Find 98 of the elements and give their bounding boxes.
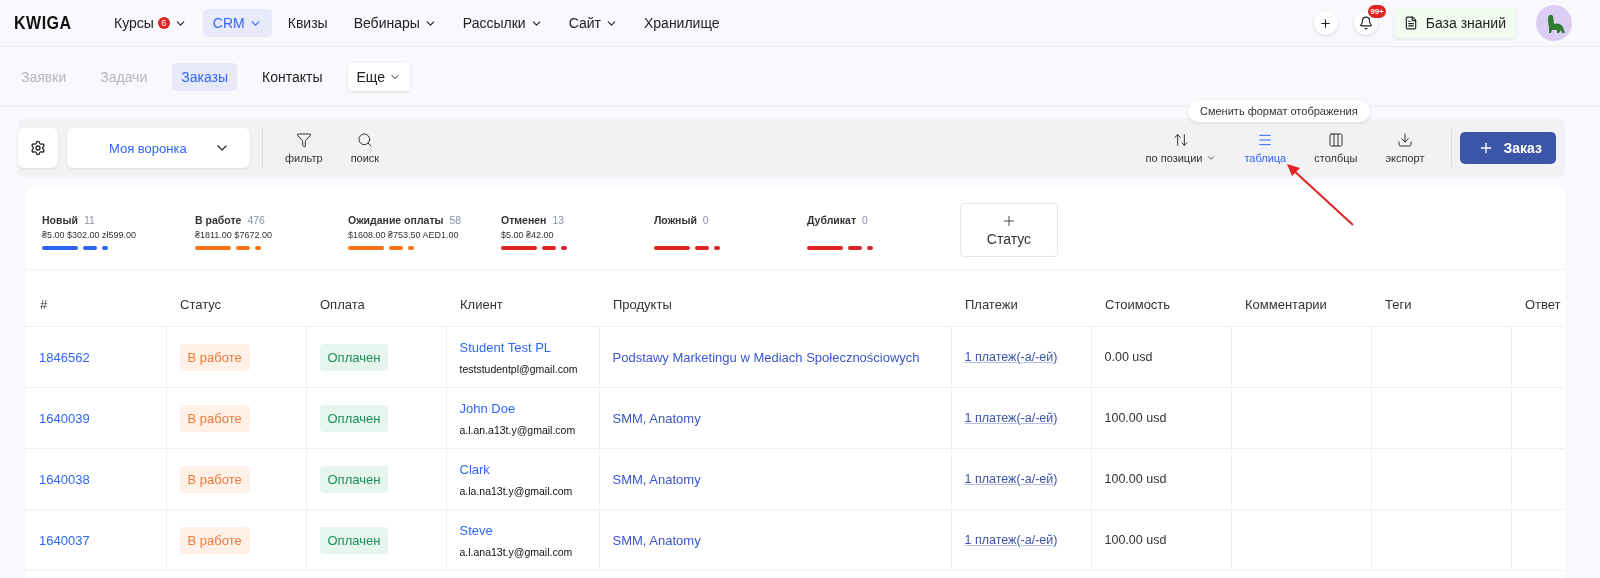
column-header: Продукты bbox=[599, 282, 951, 327]
status-name: Отменен bbox=[501, 214, 547, 226]
cost-text: 0.00 usd bbox=[1104, 350, 1153, 364]
status-name: Ожидание оплаты bbox=[348, 214, 444, 226]
column-header: # bbox=[26, 282, 166, 327]
tooltip: Сменить формат отображения bbox=[1188, 100, 1370, 122]
nav-item[interactable]: Сайт bbox=[558, 9, 628, 37]
plus-icon bbox=[1319, 16, 1333, 30]
count-badge: 6 bbox=[157, 17, 170, 29]
status-count: 58 bbox=[449, 214, 462, 226]
client-link[interactable]: Steve bbox=[459, 522, 586, 538]
status-badge: В работе bbox=[179, 526, 250, 554]
settings-icon bbox=[30, 140, 46, 156]
knowledge-base-button[interactable]: База знаний bbox=[1393, 8, 1516, 38]
column-header: Ответ bbox=[1511, 282, 1564, 327]
nav-item[interactable]: Курсы 6 bbox=[104, 9, 197, 37]
payments-link[interactable]: 1 платеж(-а/-ей) bbox=[964, 472, 1058, 486]
sub-tab[interactable]: Заказы bbox=[172, 62, 238, 91]
order-id-link[interactable]: 1846562 bbox=[39, 349, 90, 365]
search-icon bbox=[356, 132, 373, 148]
filter-icon bbox=[295, 132, 312, 148]
export-icon bbox=[1397, 132, 1413, 148]
status-badge: В работе bbox=[179, 465, 250, 493]
add-order-button[interactable]: Заказ bbox=[1459, 132, 1556, 164]
status-count: 0 bbox=[702, 214, 709, 226]
column-header: Клиент bbox=[446, 282, 599, 327]
products-link[interactable]: SMM, Anatomy bbox=[612, 532, 701, 548]
payments-link[interactable]: 1 платеж(-а/-ей) bbox=[964, 533, 1058, 547]
payment-badge: Оплачен bbox=[319, 404, 389, 432]
products-link[interactable]: Podstawy Marketingu w Mediach Społecznościowych bbox=[612, 349, 920, 365]
plus-icon bbox=[1001, 213, 1017, 229]
sort-icon bbox=[1173, 132, 1189, 148]
order-id-link[interactable]: 1640037 bbox=[39, 532, 90, 548]
add-status-button[interactable]: Статус bbox=[960, 203, 1058, 257]
column-header: Статус bbox=[166, 282, 306, 327]
status-count: 11 bbox=[83, 214, 95, 226]
status-name: Ложный bbox=[654, 214, 697, 226]
settings-button[interactable] bbox=[18, 128, 58, 168]
client-link[interactable]: Student Test PL bbox=[459, 339, 586, 355]
status-name: Новый bbox=[42, 214, 78, 226]
client-link[interactable]: John Doe bbox=[459, 400, 586, 416]
client-email: a.l.an.a13t.y@gmail.com bbox=[459, 423, 577, 436]
table-icon bbox=[1257, 132, 1274, 148]
nav-item[interactable]: Вебинары bbox=[343, 9, 447, 37]
columns-view-button[interactable]: столбцы bbox=[1300, 132, 1372, 164]
sort-view-button[interactable]: по позиции bbox=[1131, 132, 1231, 164]
column-header: Платежи bbox=[951, 282, 1091, 327]
payments-link[interactable]: 1 платеж(-а/-ей) bbox=[964, 350, 1058, 364]
bell-icon bbox=[1358, 16, 1373, 30]
status-count: 0 bbox=[862, 214, 868, 226]
cost-text: 100.00 usd bbox=[1104, 411, 1167, 425]
client-email: teststudentpl@gmail.com bbox=[459, 362, 579, 375]
search-button[interactable]: поиск bbox=[336, 132, 394, 164]
funnel-select[interactable]: Моя воронка bbox=[67, 128, 250, 168]
status-count: 13 bbox=[552, 214, 565, 226]
status-amounts: ₴5.00 $302.00 zł599.00 bbox=[42, 230, 138, 241]
column-header: Комментарии bbox=[1231, 282, 1371, 327]
filter-button[interactable]: фильтр bbox=[271, 132, 337, 164]
status-count: 476 bbox=[247, 214, 265, 226]
payment-badge: Оплачен bbox=[319, 343, 389, 371]
client-email: a.l.ana13t.y@gmail.com bbox=[459, 545, 574, 558]
status-name: В работе bbox=[195, 214, 242, 226]
client-email: a.la.na13t.y@gmail.com bbox=[459, 484, 574, 497]
status-amounts: $1608.00 ₴753.50 AED1.00 bbox=[348, 230, 460, 241]
status-badge: В работе bbox=[179, 404, 250, 432]
arrow-annotation bbox=[1284, 162, 1356, 228]
payments-link[interactable]: 1 платеж(-а/-ей) bbox=[964, 411, 1058, 425]
status-amounts: $5.00 ₴42.00 bbox=[501, 230, 555, 241]
column-header: Оплата bbox=[306, 282, 446, 327]
products-link[interactable]: SMM, Anatomy bbox=[612, 410, 701, 426]
cost-text: 100.00 usd bbox=[1104, 533, 1167, 547]
column-header: Стоимость bbox=[1091, 282, 1231, 327]
sub-tab[interactable]: Контакты bbox=[253, 62, 332, 91]
document-icon bbox=[1403, 16, 1418, 30]
client-link[interactable]: Clark bbox=[459, 461, 586, 477]
table-view-button[interactable]: таблица bbox=[1230, 132, 1301, 164]
nav-item[interactable]: Хранилище bbox=[633, 9, 730, 37]
nav-item[interactable]: Квизы bbox=[277, 9, 338, 37]
order-id-link[interactable]: 1640039 bbox=[39, 410, 90, 426]
column-header: Теги bbox=[1371, 282, 1511, 327]
payment-badge: Оплачен bbox=[319, 526, 389, 554]
columns-icon bbox=[1327, 132, 1344, 148]
chevron-icon bbox=[1206, 153, 1217, 163]
avatar-icon[interactable] bbox=[1536, 5, 1572, 41]
nav-item[interactable]: CRM bbox=[202, 9, 272, 37]
add-button[interactable] bbox=[1313, 11, 1338, 35]
notification-badge: 99+ bbox=[1368, 5, 1386, 18]
cost-text: 100.00 usd bbox=[1104, 472, 1167, 486]
payment-badge: Оплачен bbox=[319, 465, 389, 493]
status-name: Дубликат bbox=[807, 214, 857, 226]
order-id-link[interactable]: 1640038 bbox=[39, 471, 90, 487]
export-view-button[interactable]: экспорт bbox=[1371, 132, 1439, 164]
status-amounts: ₴1811.00 $7672.00 bbox=[195, 230, 273, 241]
nav-item[interactable]: Рассылки bbox=[452, 9, 553, 37]
logo[interactable]: KWIGA bbox=[14, 13, 104, 33]
products-link[interactable]: SMM, Anatomy bbox=[612, 471, 701, 487]
more-dropdown[interactable]: Еще bbox=[347, 62, 410, 91]
status-badge: В работе bbox=[179, 343, 250, 371]
